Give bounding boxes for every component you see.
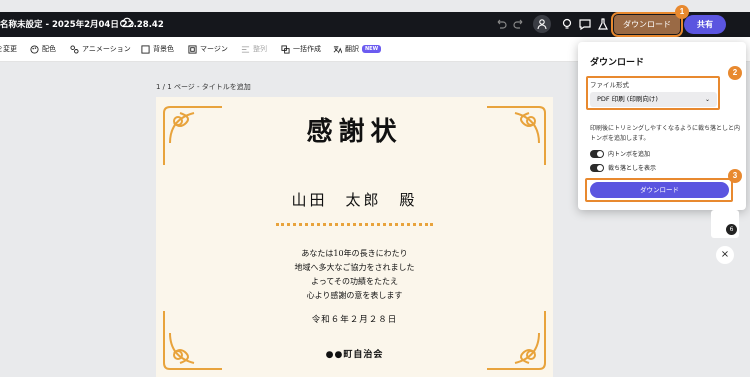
body-line: よってその功績をたたえ: [310, 277, 399, 286]
download-button[interactable]: ダウンロード: [611, 12, 683, 37]
panel-heading: ダウンロード: [590, 58, 645, 68]
toolbar-resize[interactable]: 形式を変更: [0, 44, 17, 54]
background-icon: [141, 44, 150, 54]
top-bar: 名称未設定 - 2025年2月04日 22.28.42 ダウンロード 共有: [0, 12, 750, 37]
bleed-label: 裁ち落としを表示: [608, 165, 657, 172]
certificate-organization[interactable]: ●●町自治会: [156, 347, 553, 360]
toolbar-palette[interactable]: 配色: [30, 44, 56, 54]
callout-badge-2: 2: [728, 66, 742, 80]
toolbar-palette-label: 配色: [42, 45, 56, 53]
redo-icon[interactable]: [512, 17, 526, 31]
cloud-save-icon[interactable]: [120, 17, 134, 29]
body-line: 心より感謝の意を表します: [306, 291, 403, 300]
certificate-title[interactable]: 感謝状: [156, 111, 553, 148]
bleed-toggle[interactable]: [590, 163, 604, 172]
margin-icon: [188, 44, 197, 54]
palette-icon: [30, 44, 39, 54]
toolbar-animation-label: アニメーション: [82, 45, 131, 53]
page-count-badge: 6: [726, 224, 737, 235]
align-icon: [241, 45, 250, 53]
toolbar-margin-label: マージン: [200, 45, 228, 53]
translate-icon: [333, 45, 342, 53]
download-panel: ダウンロード ファイル形式 PDF 印刷 (印刷向け) ⌄ 印刷後にトリミングし…: [578, 42, 746, 210]
file-format-value: PDF 印刷 (印刷向け): [597, 95, 658, 103]
toolbar-margin[interactable]: マージン: [188, 44, 228, 54]
document-title[interactable]: 名称未設定 - 2025年2月04日 22.28.42: [0, 18, 164, 30]
close-icon[interactable]: ×: [716, 246, 734, 264]
certificate-page[interactable]: 感謝状 山田 太郎 殿 あなたは10年の長きにわたり 地域へ多大なご協力をされま…: [156, 97, 553, 377]
crop-marks-description: 印刷後にトリミングしやすくなるように裁ち落としと内トンボを追加します。: [590, 125, 740, 142]
toolbar-bulk-create-label: 一括作成: [293, 45, 321, 53]
crop-marks-label: 内トンボを追加: [608, 151, 651, 158]
certificate-date[interactable]: 令和６年２月２８日: [156, 313, 553, 325]
crop-marks-toggle-row[interactable]: 内トンボを追加: [590, 149, 650, 158]
lightbulb-icon[interactable]: [560, 17, 574, 31]
collaborator-button[interactable]: [533, 15, 551, 33]
crop-marks-toggle[interactable]: [590, 149, 604, 158]
animation-icon: [70, 44, 79, 54]
recipient-name[interactable]: 山田 太郎 殿: [156, 189, 553, 210]
callout-badge-1: 1: [675, 5, 689, 19]
file-format-select[interactable]: PDF 印刷 (印刷向け) ⌄: [590, 92, 717, 107]
page-info[interactable]: 1 / 1 ページ - タイトルを追加: [156, 82, 251, 92]
flask-icon[interactable]: [596, 17, 610, 31]
share-button[interactable]: 共有: [684, 15, 726, 34]
toolbar-bulk-create[interactable]: 一括作成: [281, 44, 321, 54]
user-icon: [537, 19, 547, 30]
bulk-create-icon: [281, 44, 290, 54]
dotted-divider: [276, 223, 433, 226]
chevron-down-icon: ⌄: [704, 96, 710, 103]
toolbar-align-label: 整列: [253, 45, 267, 53]
toolbar-background-label: 背景色: [153, 45, 174, 53]
body-line: あなたは10年の長きにわたり: [301, 249, 408, 258]
bleed-toggle-row[interactable]: 裁ち落としを表示: [590, 163, 656, 172]
comment-icon[interactable]: [578, 17, 592, 31]
callout-badge-3: 3: [728, 169, 742, 183]
new-badge: NEW: [362, 45, 382, 53]
toolbar-background[interactable]: 背景色: [141, 44, 174, 54]
toolbar-translate-label: 翻訳: [345, 45, 359, 53]
toolbar-translate[interactable]: 翻訳 NEW: [333, 44, 382, 54]
panel-download-button[interactable]: ダウンロード: [590, 182, 729, 198]
file-format-label: ファイル形式: [590, 81, 629, 89]
toolbar-align[interactable]: 整列: [241, 44, 267, 54]
toolbar-animation[interactable]: アニメーション: [70, 44, 131, 54]
certificate-body[interactable]: あなたは10年の長きにわたり 地域へ多大なご協力をされました よってその功績をた…: [156, 247, 553, 303]
body-line: 地域へ多大なご協力をされました: [294, 263, 415, 272]
toolbar-resize-label: 形式を変更: [0, 45, 17, 53]
undo-icon[interactable]: [494, 17, 508, 31]
